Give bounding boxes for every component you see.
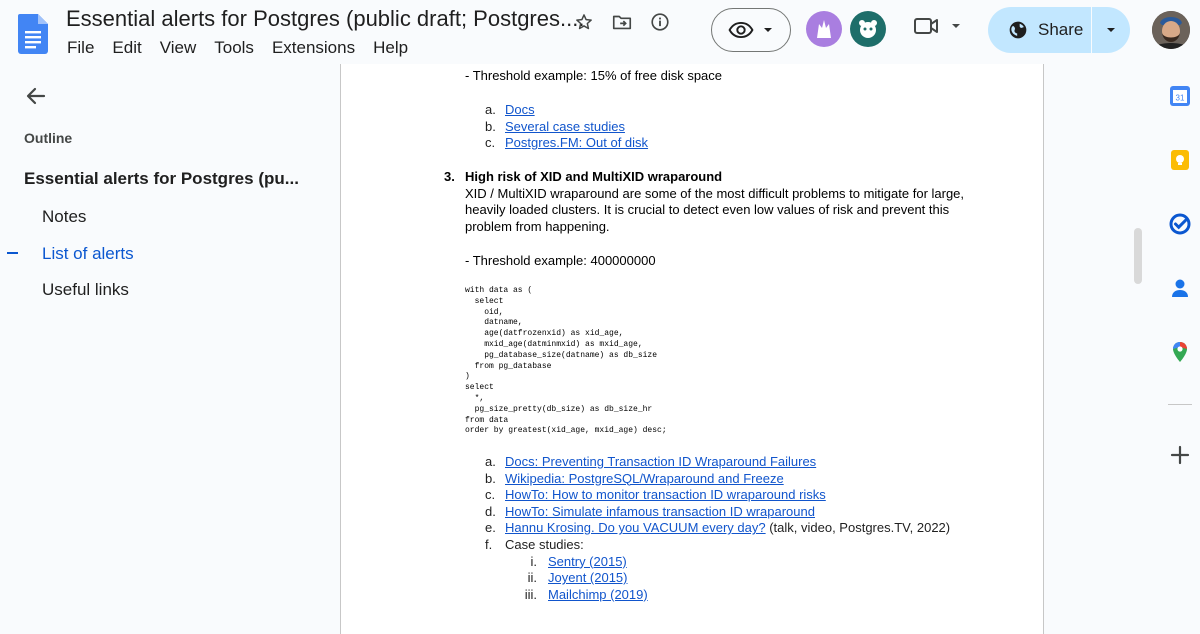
body-text: XID / MultiXID wraparound are some of th… bbox=[465, 185, 965, 201]
threshold-disk-text: - Threshold example: 15% of free disk sp… bbox=[465, 68, 723, 83]
list-item: c. Postgres.FM: Out of disk bbox=[485, 135, 649, 151]
user-avatar[interactable] bbox=[1152, 11, 1190, 49]
active-indicator bbox=[7, 252, 18, 254]
chevron-down-icon bbox=[764, 28, 772, 32]
contacts-icon[interactable] bbox=[1169, 277, 1191, 299]
collaborator-avatar[interactable] bbox=[850, 11, 886, 47]
body-text: heavily loaded clusters. It is crucial t… bbox=[465, 202, 950, 218]
document-title[interactable]: Essential alerts for Postgres (public dr… bbox=[66, 6, 584, 32]
menu-file[interactable]: File bbox=[67, 38, 94, 58]
menu-edit[interactable]: Edit bbox=[112, 38, 141, 58]
share-button-group: Share bbox=[988, 7, 1130, 53]
list-item: a. Docs: Preventing Transaction ID Wrapar… bbox=[485, 454, 817, 469]
eye-icon bbox=[728, 21, 754, 39]
collaborator-avatar[interactable] bbox=[806, 11, 842, 47]
howto-simulate-link[interactable]: HowTo: Simulate infamous transaction ID … bbox=[505, 504, 815, 519]
document-status-icon[interactable] bbox=[648, 10, 672, 34]
chevron-down-icon bbox=[1107, 28, 1115, 32]
calendar-icon[interactable]: 31 bbox=[1169, 85, 1191, 107]
editing-mode-button[interactable] bbox=[711, 8, 791, 52]
user-photo-icon bbox=[1152, 11, 1190, 49]
menu-extensions[interactable]: Extensions bbox=[272, 38, 355, 58]
globe-icon bbox=[1009, 21, 1027, 39]
list-item: ii. Joyent (2015) bbox=[527, 570, 628, 586]
outline-item-list-of-alerts[interactable]: List of alerts bbox=[42, 244, 134, 264]
list-item: f. Case studies: bbox=[485, 537, 584, 552]
docs-wraparound-link[interactable]: Docs: Preventing Transaction ID Wraparou… bbox=[505, 454, 816, 469]
meet-button[interactable] bbox=[912, 14, 962, 38]
postgres-fm-link[interactable]: Postgres.FM: Out of disk bbox=[505, 135, 648, 150]
move-to-folder-icon[interactable] bbox=[610, 10, 634, 34]
share-label: Share bbox=[1038, 20, 1084, 39]
sentry-link[interactable]: Sentry (2015) bbox=[548, 554, 627, 569]
chevron-down-icon bbox=[952, 24, 960, 28]
share-options-button[interactable] bbox=[1092, 24, 1130, 36]
docs-link[interactable]: Docs bbox=[505, 102, 535, 117]
list-item: e. Hannu Krosing. Do you VACUUM every day… bbox=[485, 520, 951, 536]
menu-bar: File Edit View Tools Extensions Help bbox=[67, 38, 426, 58]
document-outline: Outline Essential alerts for Postgres (p… bbox=[0, 64, 340, 634]
vertical-scrollbar[interactable] bbox=[1134, 228, 1142, 284]
list-item: c. HowTo: How to monitor transaction ID w… bbox=[485, 487, 826, 503]
menu-help[interactable]: Help bbox=[373, 38, 408, 58]
maps-icon[interactable] bbox=[1169, 341, 1191, 363]
threshold-xid-text: - Threshold example: 400000000 bbox=[465, 253, 656, 268]
list-number: 3. bbox=[444, 169, 455, 184]
document-page[interactable]: - Threshold example: 15% of free disk sp… bbox=[340, 64, 1044, 634]
add-icon[interactable] bbox=[1169, 444, 1191, 466]
mailchimp-link[interactable]: Mailchimp (2019) bbox=[548, 587, 648, 602]
list-item: a. Docs bbox=[485, 102, 535, 117]
sql-code-block: with data as ( select oid, datname, age(… bbox=[465, 286, 667, 436]
star-icon[interactable] bbox=[572, 10, 596, 34]
animal-avatar-icon bbox=[859, 20, 877, 38]
vacuum-talk-link[interactable]: Hannu Krosing. Do you VACUUM every day? bbox=[505, 520, 766, 535]
list-item: d. HowTo: Simulate infamous transaction I… bbox=[485, 503, 815, 519]
list-item: i. Sentry (2015) bbox=[530, 553, 627, 569]
svg-text:31: 31 bbox=[1176, 94, 1185, 103]
outline-item-useful-links[interactable]: Useful links bbox=[42, 280, 129, 300]
side-divider bbox=[1168, 404, 1192, 405]
case-studies-link[interactable]: Several case studies bbox=[505, 119, 625, 134]
outline-heading[interactable]: Essential alerts for Postgres (pu... bbox=[24, 169, 299, 189]
howto-monitor-link[interactable]: HowTo: How to monitor transaction ID wra… bbox=[505, 487, 826, 502]
docs-logo-icon[interactable] bbox=[18, 14, 48, 54]
side-panel: 31 bbox=[1158, 64, 1200, 634]
outline-label: Outline bbox=[24, 130, 73, 146]
animal-avatar-icon bbox=[817, 20, 831, 38]
menu-tools[interactable]: Tools bbox=[214, 38, 254, 58]
list-item: b. Several case studies bbox=[485, 118, 625, 134]
tasks-icon[interactable] bbox=[1169, 213, 1191, 235]
keep-icon[interactable] bbox=[1169, 149, 1191, 171]
video-camera-icon bbox=[914, 18, 938, 34]
section-heading: High risk of XID and MultiXID wraparound bbox=[465, 169, 723, 184]
wikipedia-link[interactable]: Wikipedia: PostgreSQL/Wraparound and Fre… bbox=[505, 471, 784, 486]
link-suffix: (talk, video, Postgres.TV, 2022) bbox=[765, 520, 951, 536]
list-item: b. Wikipedia: PostgreSQL/Wraparound and F… bbox=[485, 470, 784, 486]
joyent-link[interactable]: Joyent (2015) bbox=[548, 570, 628, 585]
menu-view[interactable]: View bbox=[160, 38, 197, 58]
body-text: problem from happening. bbox=[465, 218, 610, 234]
top-bar: Essential alerts for Postgres (public dr… bbox=[0, 0, 1200, 64]
share-button[interactable]: Share bbox=[988, 7, 1092, 53]
list-item: iii. Mailchimp (2019) bbox=[524, 586, 648, 602]
outline-item-notes[interactable]: Notes bbox=[42, 207, 86, 227]
back-arrow-icon[interactable] bbox=[24, 84, 48, 108]
case-studies-label: Case studies: bbox=[505, 537, 584, 552]
